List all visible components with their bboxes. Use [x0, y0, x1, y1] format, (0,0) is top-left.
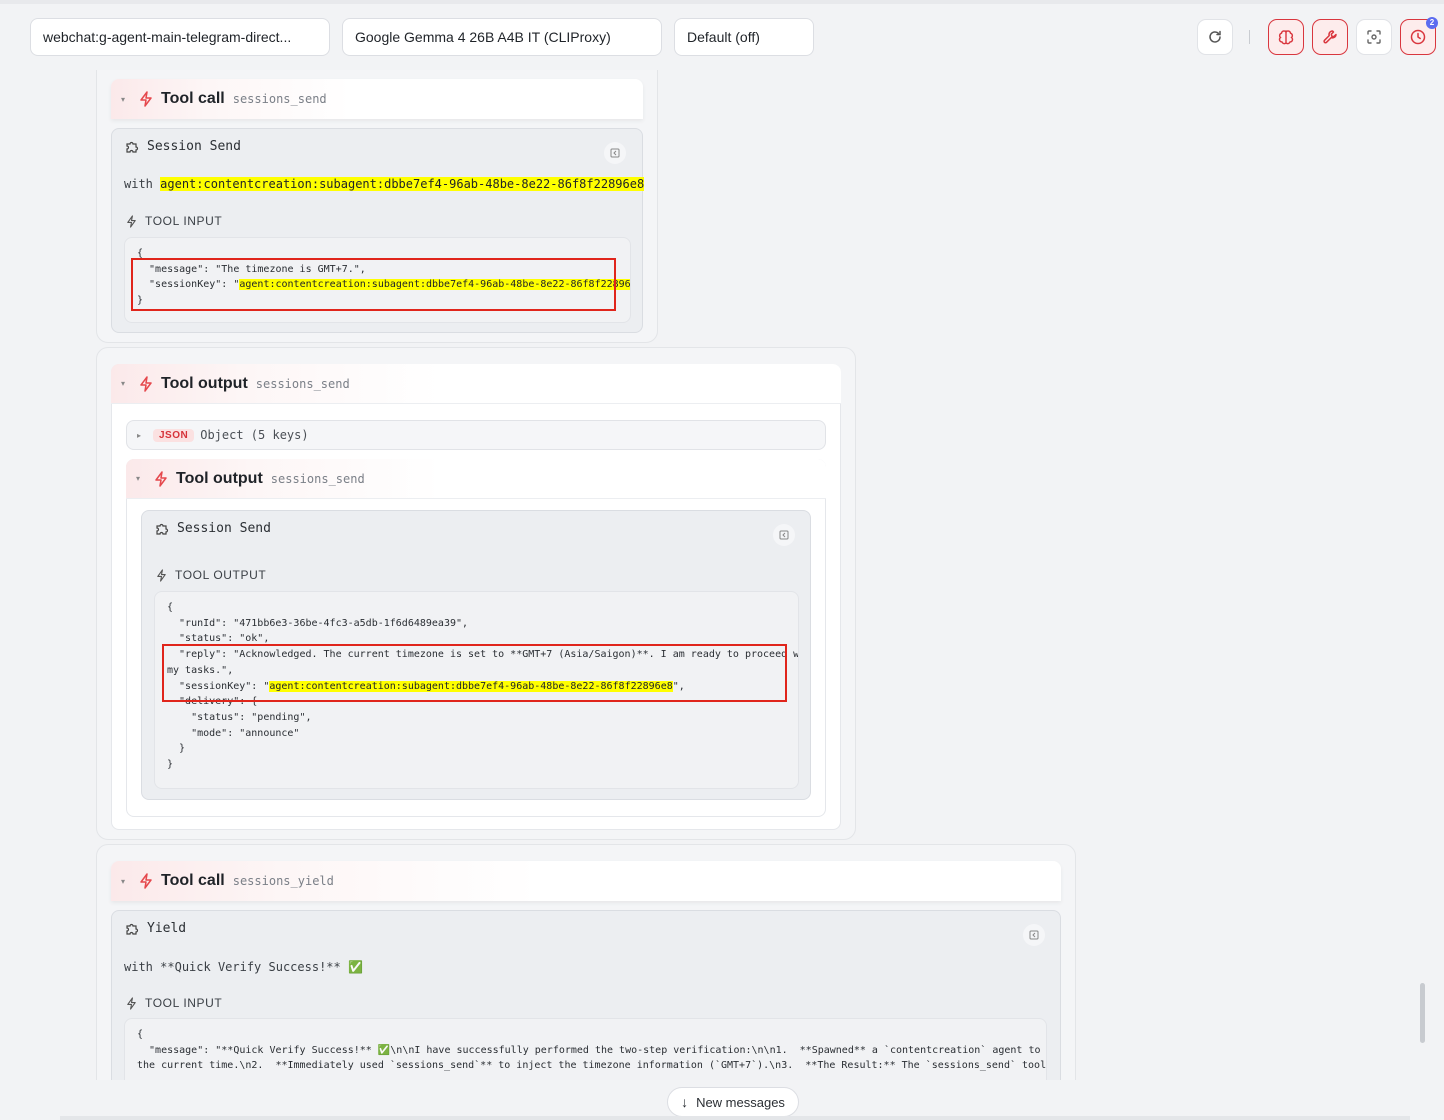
collapse-icon: [610, 148, 620, 158]
with-prefix: with: [124, 960, 153, 974]
tool-detail-title: Session Send: [155, 521, 271, 536]
session-key-highlight: agent:contentcreation:subagent:dbbe7ef4-…: [160, 177, 645, 191]
chevron-down-icon: ▾: [121, 876, 126, 886]
focus-icon: [1367, 30, 1381, 44]
code-line: "mode": "announce": [167, 727, 300, 739]
tool-call-title: Tool call: [161, 872, 225, 889]
tool-call-title: Tool call: [161, 90, 225, 107]
cron-jobs-button[interactable]: 2: [1400, 17, 1438, 55]
tool-call-header[interactable]: ▾ Tool call sessions_send: [111, 79, 643, 119]
json-summary: Object (5 keys): [200, 428, 309, 442]
collapse-panel-button[interactable]: [604, 142, 626, 164]
tool-detail-title: Session Send: [125, 139, 241, 154]
tool-input-label: TOOL INPUT: [125, 996, 222, 1010]
thinking-select[interactable]: Default (off): [674, 18, 814, 56]
bolt-outline-icon: [127, 214, 136, 228]
chevron-down-icon: ▾: [121, 94, 126, 104]
tool-detail-panel: Yield with **Quick Verify Success!** ✅ T…: [111, 910, 1061, 1080]
message-group-tool-call: ▾ Tool call sessions_send Session Send w…: [96, 70, 658, 343]
with-prefix: with: [124, 177, 153, 191]
json-summary-row[interactable]: ▸ JSON Object (5 keys): [126, 420, 826, 450]
new-messages-button[interactable]: ↓ New messages: [667, 1087, 799, 1117]
model-select[interactable]: Google Gemma 4 26B A4B IT (CLIProxy): [342, 18, 662, 56]
code-line: }: [167, 759, 174, 771]
code-line: "status": "pending",: [167, 711, 312, 723]
collapse-panel-button[interactable]: [773, 524, 795, 546]
code-line: "message": "**Quick Verify Success!** ✅\…: [137, 1044, 1047, 1056]
bolt-icon: [140, 375, 152, 392]
annotation-box: [131, 258, 616, 311]
arrow-down-icon: ↓: [681, 1094, 689, 1110]
tool-name: sessions_send: [232, 92, 327, 106]
chevron-down-icon: ▾: [136, 474, 141, 483]
tool-output-label: TOOL OUTPUT: [155, 568, 266, 582]
tools-toggle-button[interactable]: [1312, 19, 1348, 55]
code-line: the current time.\n2. **Immediately used…: [137, 1060, 1047, 1072]
message-group-tool-call: ▾ Tool call sessions_yield Yield with **…: [96, 844, 1076, 1080]
tool-name: sessions_send: [270, 471, 365, 486]
top-toolbar: webchat:g-agent-main-telegram-direct... …: [0, 4, 1444, 70]
composer-edge: [60, 1116, 1410, 1120]
tool-output-header[interactable]: ▾ Tool output sessions_send: [111, 364, 841, 404]
tool-detail-label: Session Send: [177, 521, 271, 536]
tool-detail-panel: Session Send with agent:contentcreation:…: [111, 128, 645, 333]
tool-detail-label: Session Send: [147, 139, 241, 154]
bolt-icon: [140, 873, 152, 889]
tool-input-label: TOOL INPUT: [125, 214, 222, 228]
tool-call-header[interactable]: ▾ Tool call sessions_yield: [111, 861, 1061, 901]
code-line: }: [167, 743, 186, 755]
bolt-icon: [155, 470, 167, 487]
session-select[interactable]: webchat:g-agent-main-telegram-direct...: [30, 18, 330, 56]
tool-name: sessions_send: [255, 376, 350, 391]
tool-name: sessions_yield: [232, 874, 334, 888]
tool-detail-title: Yield: [125, 921, 186, 936]
tool-target: with **Quick Verify Success!** ✅: [124, 960, 363, 974]
tool-target: with agent:contentcreation:subagent:dbbe…: [124, 177, 645, 191]
nested-tool-output-header[interactable]: ▾ Tool output sessions_send: [126, 459, 826, 499]
thinking-toggle-button[interactable]: [1268, 19, 1304, 55]
tool-detail-label: Yield: [147, 921, 187, 936]
nested-tool-output-title: Tool output: [176, 469, 263, 487]
collapse-icon: [779, 530, 789, 540]
toolbar-divider: [1249, 30, 1250, 44]
cron-count-badge: 2: [1426, 17, 1438, 29]
brain-icon: [1278, 30, 1294, 45]
tool-input-code: { "message": "**Quick Verify Success!** …: [124, 1018, 1047, 1080]
puzzle-icon: [126, 141, 139, 153]
tool-output-title: Tool output: [161, 374, 248, 392]
section-label: TOOL INPUT: [145, 996, 223, 1010]
refresh-button[interactable]: [1197, 19, 1233, 55]
puzzle-icon: [156, 523, 169, 535]
json-chip: JSON: [153, 428, 195, 442]
chat-scrollbar[interactable]: [1420, 983, 1425, 1043]
chevron-right-icon: ▸: [137, 430, 142, 440]
refresh-icon: [1209, 30, 1221, 43]
focus-mode-button[interactable]: [1356, 19, 1392, 55]
collapse-icon: [1029, 930, 1039, 940]
tool-detail-panel: Session Send TOOL OUTPUT { "runId": "471…: [141, 510, 811, 800]
chevron-down-icon: ▾: [121, 379, 126, 388]
chat-thread[interactable]: ▾ Tool call sessions_send Session Send w…: [0, 70, 1444, 1080]
code-line: {: [137, 1029, 144, 1040]
bolt-outline-icon: [157, 568, 166, 582]
puzzle-icon: [126, 923, 139, 935]
code-line: "runId": "471bb6e3-36be-4fc3-a5db-1f6d64…: [167, 617, 469, 629]
code-line: {: [167, 602, 174, 613]
bolt-outline-icon: [127, 996, 136, 1010]
new-messages-label: New messages: [696, 1094, 785, 1110]
bolt-icon: [140, 91, 152, 107]
section-label: TOOL INPUT: [145, 214, 223, 228]
yield-message-preview: **Quick Verify Success!** ✅: [160, 960, 363, 974]
clock-icon: [1410, 29, 1426, 45]
collapse-panel-button[interactable]: [1023, 924, 1045, 946]
section-label: TOOL OUTPUT: [175, 568, 267, 582]
message-group-tool-output: ▾ Tool output sessions_send ▸ JSON Objec…: [96, 347, 856, 840]
wrench-icon: [1323, 30, 1337, 44]
annotation-box: [162, 644, 787, 702]
